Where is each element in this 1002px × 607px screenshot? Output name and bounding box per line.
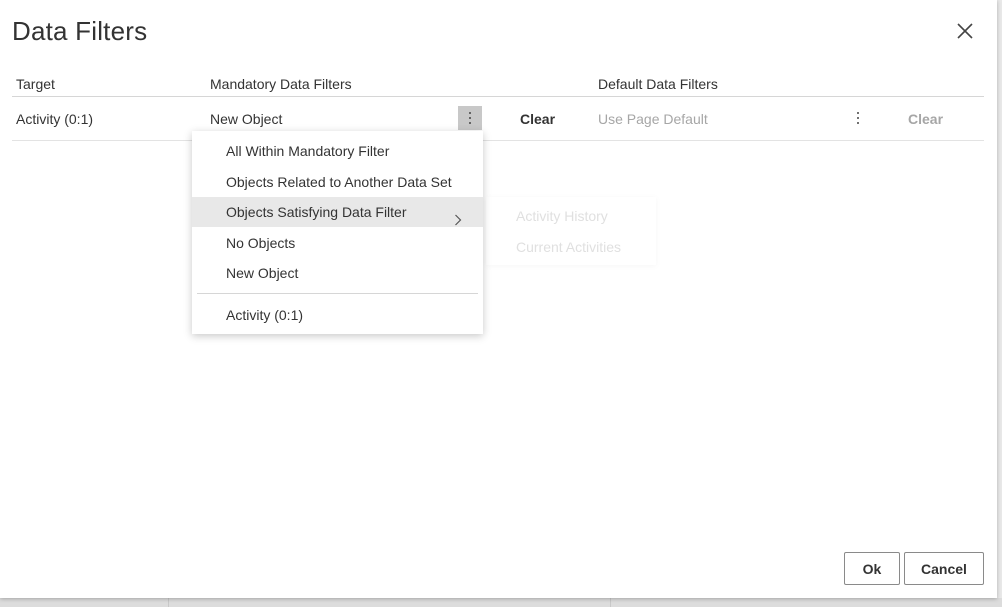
data-filters-dialog: Data Filters Target Mandatory Data Filte… — [0, 0, 997, 598]
mandatory-clear-button[interactable]: Clear — [520, 111, 555, 127]
more-vertical-icon — [857, 112, 859, 124]
menu-item-label: No Objects — [226, 235, 296, 251]
submenu-item-activity-history[interactable]: Activity History — [516, 208, 608, 224]
column-header-default: Default Data Filters — [598, 76, 718, 92]
menu-item-all-within-mandatory[interactable]: All Within Mandatory Filter — [192, 136, 483, 166]
filter-submenu: Activity History Current Activities — [486, 197, 656, 265]
close-button[interactable] — [950, 17, 980, 47]
default-filter-value[interactable]: Use Page Default — [598, 111, 708, 127]
target-cell: Activity (0:1) — [16, 111, 94, 127]
column-header-mandatory: Mandatory Data Filters — [210, 76, 352, 92]
menu-item-activity[interactable]: Activity (0:1) — [192, 300, 483, 330]
menu-item-objects-satisfying-filter[interactable]: Objects Satisfying Data Filter — [192, 197, 483, 227]
dialog-title: Data Filters — [12, 16, 148, 46]
menu-item-label: All Within Mandatory Filter — [226, 143, 390, 159]
menu-item-label: New Object — [226, 265, 299, 281]
mandatory-filter-dropdown-menu: All Within Mandatory Filter Objects Rela… — [192, 131, 483, 334]
background-divider — [168, 598, 169, 607]
menu-item-no-objects[interactable]: No Objects — [192, 228, 483, 258]
menu-separator — [197, 293, 478, 294]
background-strip — [0, 598, 1002, 607]
menu-item-label: Objects Related to Another Data Set — [226, 174, 452, 190]
header-divider — [12, 96, 984, 97]
mandatory-filter-menu-button[interactable] — [458, 106, 482, 130]
column-header-target: Target — [16, 76, 55, 92]
row-divider — [12, 140, 984, 141]
background-divider — [610, 598, 611, 607]
ok-button[interactable]: Ok — [844, 552, 900, 585]
default-clear-button[interactable]: Clear — [908, 111, 943, 127]
submenu-item-current-activities[interactable]: Current Activities — [516, 239, 621, 255]
default-filter-menu-button[interactable] — [846, 106, 870, 130]
menu-item-new-object[interactable]: New Object — [192, 258, 483, 288]
more-vertical-icon — [469, 112, 471, 124]
close-icon — [957, 23, 973, 39]
menu-item-label: Activity (0:1) — [226, 307, 304, 323]
menu-item-label: Objects Satisfying Data Filter — [226, 204, 407, 220]
cancel-button[interactable]: Cancel — [904, 552, 984, 585]
menu-item-objects-related[interactable]: Objects Related to Another Data Set — [192, 167, 483, 197]
mandatory-filter-value[interactable]: New Object — [210, 111, 282, 127]
